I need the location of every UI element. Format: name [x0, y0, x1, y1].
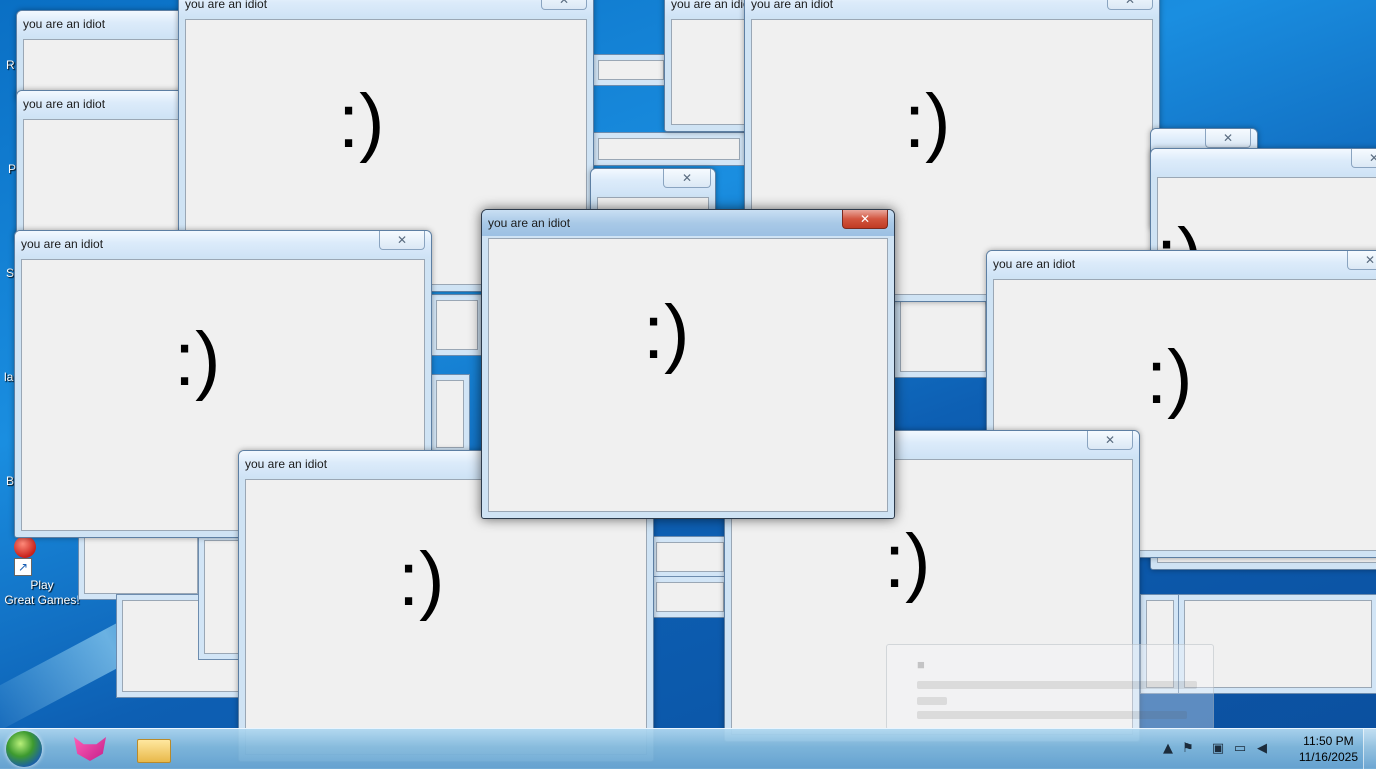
- window-titlebar[interactable]: you are an idiot: [665, 0, 755, 17]
- idiot-window-active[interactable]: you are an idiot ✕ :): [481, 209, 895, 519]
- close-button[interactable]: ✕: [1205, 129, 1251, 148]
- smiley-face: :): [398, 537, 445, 622]
- notification-balloon[interactable]: ■: [886, 644, 1214, 730]
- ghost-window-frame: [204, 540, 242, 654]
- desktop-icon-label-la[interactable]: la: [4, 370, 13, 384]
- ghost-window-frame: [598, 60, 664, 80]
- action-center-icon[interactable]: ▣: [1210, 741, 1226, 757]
- clock-time: 11:50 PM: [1303, 734, 1354, 748]
- desktop-icon-label-p[interactable]: P: [8, 162, 16, 176]
- window-titlebar[interactable]: you are an idiot: [17, 91, 197, 117]
- volume-muted-icon[interactable]: ◀: [1254, 741, 1270, 757]
- ghost-window-frame: [656, 582, 724, 612]
- taskbar-clock[interactable]: 11:50 PM 11/16/2025: [1299, 733, 1358, 765]
- window-titlebar[interactable]: you are an idiot ✕: [745, 0, 1159, 17]
- window-title: you are an idiot: [23, 97, 106, 111]
- balloon-text-line: [917, 697, 947, 705]
- window-title: you are an idiot: [23, 17, 106, 31]
- folder-icon: [137, 739, 171, 763]
- window-client-area: [23, 39, 191, 93]
- window-titlebar[interactable]: you are an idiot ✕: [15, 231, 431, 257]
- window-client-area: :): [245, 479, 647, 755]
- taskbar: ▲ ⚑ ▣ ▭ ◀ 11:50 PM 11/16/2025: [0, 728, 1376, 769]
- desktop-icon-label-s[interactable]: S: [6, 266, 14, 280]
- smiley-face: :): [884, 519, 931, 604]
- idiot-window[interactable]: you are an idiot: [16, 10, 198, 100]
- smiley-face: :): [904, 79, 951, 164]
- display-icon[interactable]: ▭: [1232, 741, 1248, 757]
- desktop-icon-label-r[interactable]: R: [6, 58, 15, 72]
- window-title: you are an idiot: [21, 237, 104, 251]
- close-button[interactable]: ✕: [1347, 251, 1376, 270]
- taskbar-fox-app-button[interactable]: [62, 731, 116, 767]
- smiley-face: :): [1146, 335, 1193, 420]
- taskbar-explorer-button[interactable]: [128, 731, 182, 767]
- ghost-window-frame: [84, 536, 198, 594]
- close-button[interactable]: ✕: [663, 169, 711, 188]
- window-client-area: [671, 19, 749, 125]
- window-client-area: [23, 119, 191, 235]
- balloon-title-placeholder: ■: [917, 657, 925, 672]
- window-titlebar[interactable]: you are an idiot ✕: [987, 251, 1376, 277]
- show-hidden-icons-arrow-icon[interactable]: ▲: [1160, 741, 1176, 757]
- system-tray: ▲ ⚑ ▣ ▭ ◀ 11:50 PM 11/16/2025: [1156, 729, 1376, 769]
- close-button[interactable]: ✕: [541, 0, 587, 10]
- smiley-face: :): [174, 317, 221, 402]
- window-titlebar[interactable]: you are an idiot ✕: [482, 210, 894, 236]
- close-button[interactable]: ✕: [379, 231, 425, 250]
- window-title: you are an idiot: [488, 216, 571, 230]
- ghost-window-frame: [598, 138, 740, 160]
- show-desktop-button[interactable]: [1363, 729, 1376, 769]
- window-title: you are an idiot: [993, 257, 1076, 271]
- window-titlebar[interactable]: you are an idiot ✕: [179, 0, 593, 17]
- games-icon[interactable]: [14, 536, 36, 558]
- window-title: you are an idiot: [671, 0, 754, 11]
- ghost-window-frame: [656, 542, 724, 572]
- close-button[interactable]: ✕: [1351, 149, 1376, 168]
- idiot-window[interactable]: you are an idiot: [16, 90, 198, 242]
- idiot-window[interactable]: you are an idiot: [664, 0, 756, 132]
- close-button[interactable]: ✕: [842, 210, 888, 229]
- desktop-icon-label-b[interactable]: B: [6, 474, 14, 488]
- ghost-window-frame: [436, 380, 464, 448]
- balloon-text-line: [917, 711, 1187, 719]
- window-client-area: :): [488, 238, 888, 512]
- window-title: you are an idiot: [245, 457, 328, 471]
- ghost-window-frame: [436, 300, 478, 350]
- close-button[interactable]: ✕: [1087, 431, 1133, 450]
- window-title: you are an idiot: [751, 0, 834, 11]
- play-great-games-label[interactable]: Play Great Games!: [2, 578, 82, 608]
- clock-date: 11/16/2025: [1298, 750, 1358, 764]
- ghost-window-frame: [900, 300, 986, 372]
- shortcut-arrow-icon: ↗: [14, 558, 32, 576]
- window-title: you are an idiot: [185, 0, 268, 11]
- desktop: R P S la B ↗ Play Great Games! you are a…: [0, 0, 1376, 768]
- close-button[interactable]: ✕: [1107, 0, 1153, 10]
- fox-app-icon: [74, 737, 106, 761]
- smiley-face: :): [643, 290, 690, 375]
- balloon-text-line: [917, 681, 1197, 689]
- window-titlebar[interactable]: you are an idiot: [17, 11, 197, 37]
- window-titlebar[interactable]: ✕: [591, 169, 715, 195]
- network-icon[interactable]: ⚑: [1180, 741, 1196, 757]
- start-button[interactable]: [6, 731, 42, 767]
- smiley-face: :): [338, 79, 385, 164]
- window-titlebar[interactable]: ✕: [1151, 149, 1376, 175]
